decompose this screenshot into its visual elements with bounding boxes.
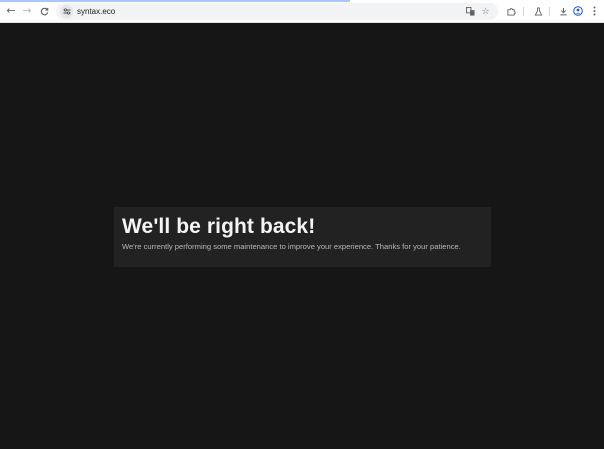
toolbar-separator: [549, 7, 550, 16]
browser-window: ← → syntax.eco ☆ We'll be right back! We…: [0, 0, 604, 449]
reload-button[interactable]: [37, 4, 51, 18]
url-text[interactable]: syntax.eco: [77, 5, 115, 18]
profile-icon[interactable]: [571, 4, 585, 18]
reload-icon: [40, 7, 48, 15]
maintenance-notice: We'll be right back! We're currently per…: [114, 207, 491, 267]
page-load-progress: [0, 0, 350, 2]
puzzle-icon[interactable]: [504, 4, 518, 18]
flask-icon[interactable]: [531, 4, 545, 18]
site-info-icon[interactable]: [60, 5, 73, 18]
browser-toolbar: ← → syntax.eco ☆: [0, 0, 604, 23]
address-bar[interactable]: syntax.eco ☆: [56, 3, 498, 20]
star-icon[interactable]: ☆: [479, 5, 492, 18]
back-button[interactable]: ←: [4, 4, 18, 18]
forward-arrow-icon: →: [22, 4, 32, 17]
toolbar-separator: [523, 7, 524, 16]
page-title: We'll be right back!: [122, 215, 316, 238]
maintenance-message: We're currently performing some maintena…: [122, 242, 461, 251]
back-arrow-icon: ←: [6, 4, 16, 17]
menu-icon[interactable]: [587, 4, 601, 18]
forward-button[interactable]: →: [20, 4, 34, 18]
download-icon[interactable]: [556, 4, 570, 18]
translate-icon[interactable]: [464, 5, 477, 18]
